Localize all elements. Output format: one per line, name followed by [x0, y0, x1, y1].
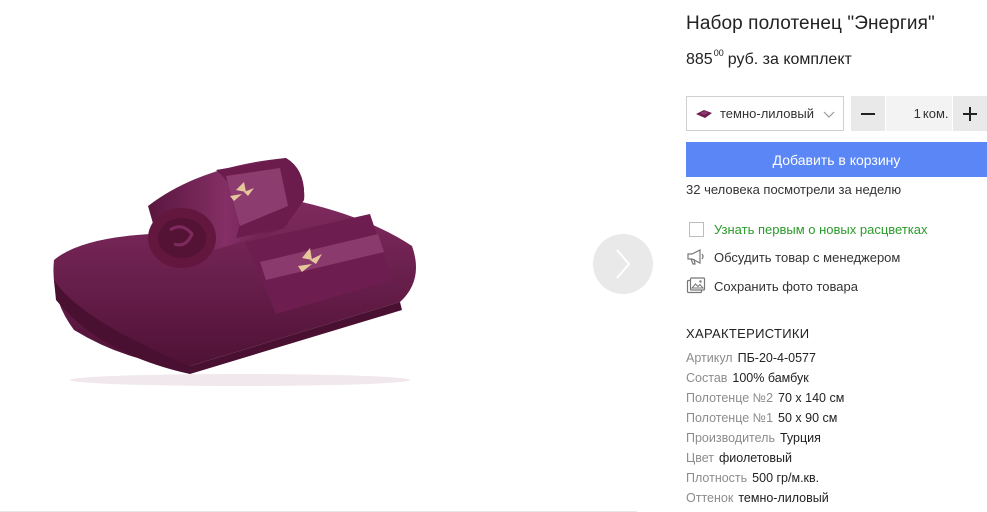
spec-key: Производитель	[686, 431, 775, 445]
minus-icon	[861, 112, 876, 115]
product-image	[53, 158, 416, 386]
specs-heading: ХАРАКТЕРИСТИКИ	[686, 326, 810, 341]
next-image-button[interactable]	[593, 234, 653, 294]
color-select[interactable]: темно-лиловый	[686, 96, 844, 131]
product-gallery	[0, 0, 653, 512]
save-photo-label: Сохранить фото товара	[714, 278, 858, 294]
quantity-decrease-button[interactable]	[851, 96, 886, 131]
spec-value: Турция	[779, 431, 821, 445]
spec-key: Состав	[686, 371, 728, 385]
spec-value: 100% бамбук	[732, 371, 809, 385]
spec-key: Плотность	[686, 471, 748, 485]
spec-row: Плотность 500 гр/м.кв.	[686, 471, 819, 485]
spec-value: 500 гр/м.кв.	[752, 471, 820, 485]
price-suffix: руб. за комплект	[727, 51, 852, 68]
quantity-value: 1	[913, 106, 921, 121]
spec-key: Оттенок	[686, 491, 734, 505]
spec-value: 70 х 140 см	[778, 391, 845, 405]
spec-value: темно-лиловый	[738, 491, 829, 505]
chevron-down-icon	[823, 111, 835, 118]
spec-value: фиолетовый	[719, 451, 792, 465]
price-cents: 00	[713, 48, 724, 58]
spec-row: Оттенок темно-лиловый	[686, 491, 829, 505]
plus-icon	[962, 106, 977, 121]
notify-checkbox[interactable]	[688, 221, 704, 237]
spec-row: Производитель Турция	[686, 431, 821, 445]
spec-key: Артикул	[686, 351, 733, 365]
quantity-field[interactable]: 1 ком.	[886, 96, 952, 131]
spec-key: Полотенце №1	[686, 411, 774, 425]
views-counter: 32 человека посмотрели за неделю	[686, 182, 902, 197]
product-price: 88500 руб. за комплект	[686, 48, 852, 69]
spec-value: ПБ-20-4-0577	[737, 351, 816, 365]
spec-row: Полотенце №2 70 х 140 см	[686, 391, 844, 405]
color-select-value: темно-лиловый	[720, 106, 815, 121]
product-title: Набор полотенец "Энергия"	[686, 13, 935, 34]
quantity-unit: ком.	[922, 106, 949, 121]
spec-row: Артикул ПБ-20-4-0577	[686, 351, 816, 365]
photo-icon	[686, 277, 706, 294]
chevron-right-icon	[616, 249, 631, 279]
notify-new-colors[interactable]: Узнать первым о новых расцветках	[686, 219, 927, 239]
spec-key: Полотенце №2	[686, 391, 774, 405]
spec-value: 50 х 90 см	[778, 411, 838, 425]
discuss-label: Обсудить товар с менеджером	[714, 249, 901, 265]
spec-key: Цвет	[686, 451, 715, 465]
notify-label: Узнать первым о новых расцветках	[714, 221, 928, 237]
megaphone-icon	[687, 249, 704, 265]
add-to-cart-button[interactable]: Добавить в корзину	[686, 142, 987, 177]
spec-row: Полотенце №1 50 х 90 см	[686, 411, 837, 425]
spec-row: Цвет фиолетовый	[686, 451, 792, 465]
towel-swatch-icon	[696, 109, 712, 118]
price-main: 885	[686, 51, 713, 68]
spec-row: Состав 100% бамбук	[686, 371, 809, 385]
discuss-with-manager-link[interactable]: Обсудить товар с менеджером	[686, 247, 900, 267]
save-photo-link[interactable]: Сохранить фото товара	[686, 276, 858, 296]
quantity-stepper: 1 ком.	[851, 96, 987, 131]
quantity-increase-button[interactable]	[952, 96, 987, 131]
